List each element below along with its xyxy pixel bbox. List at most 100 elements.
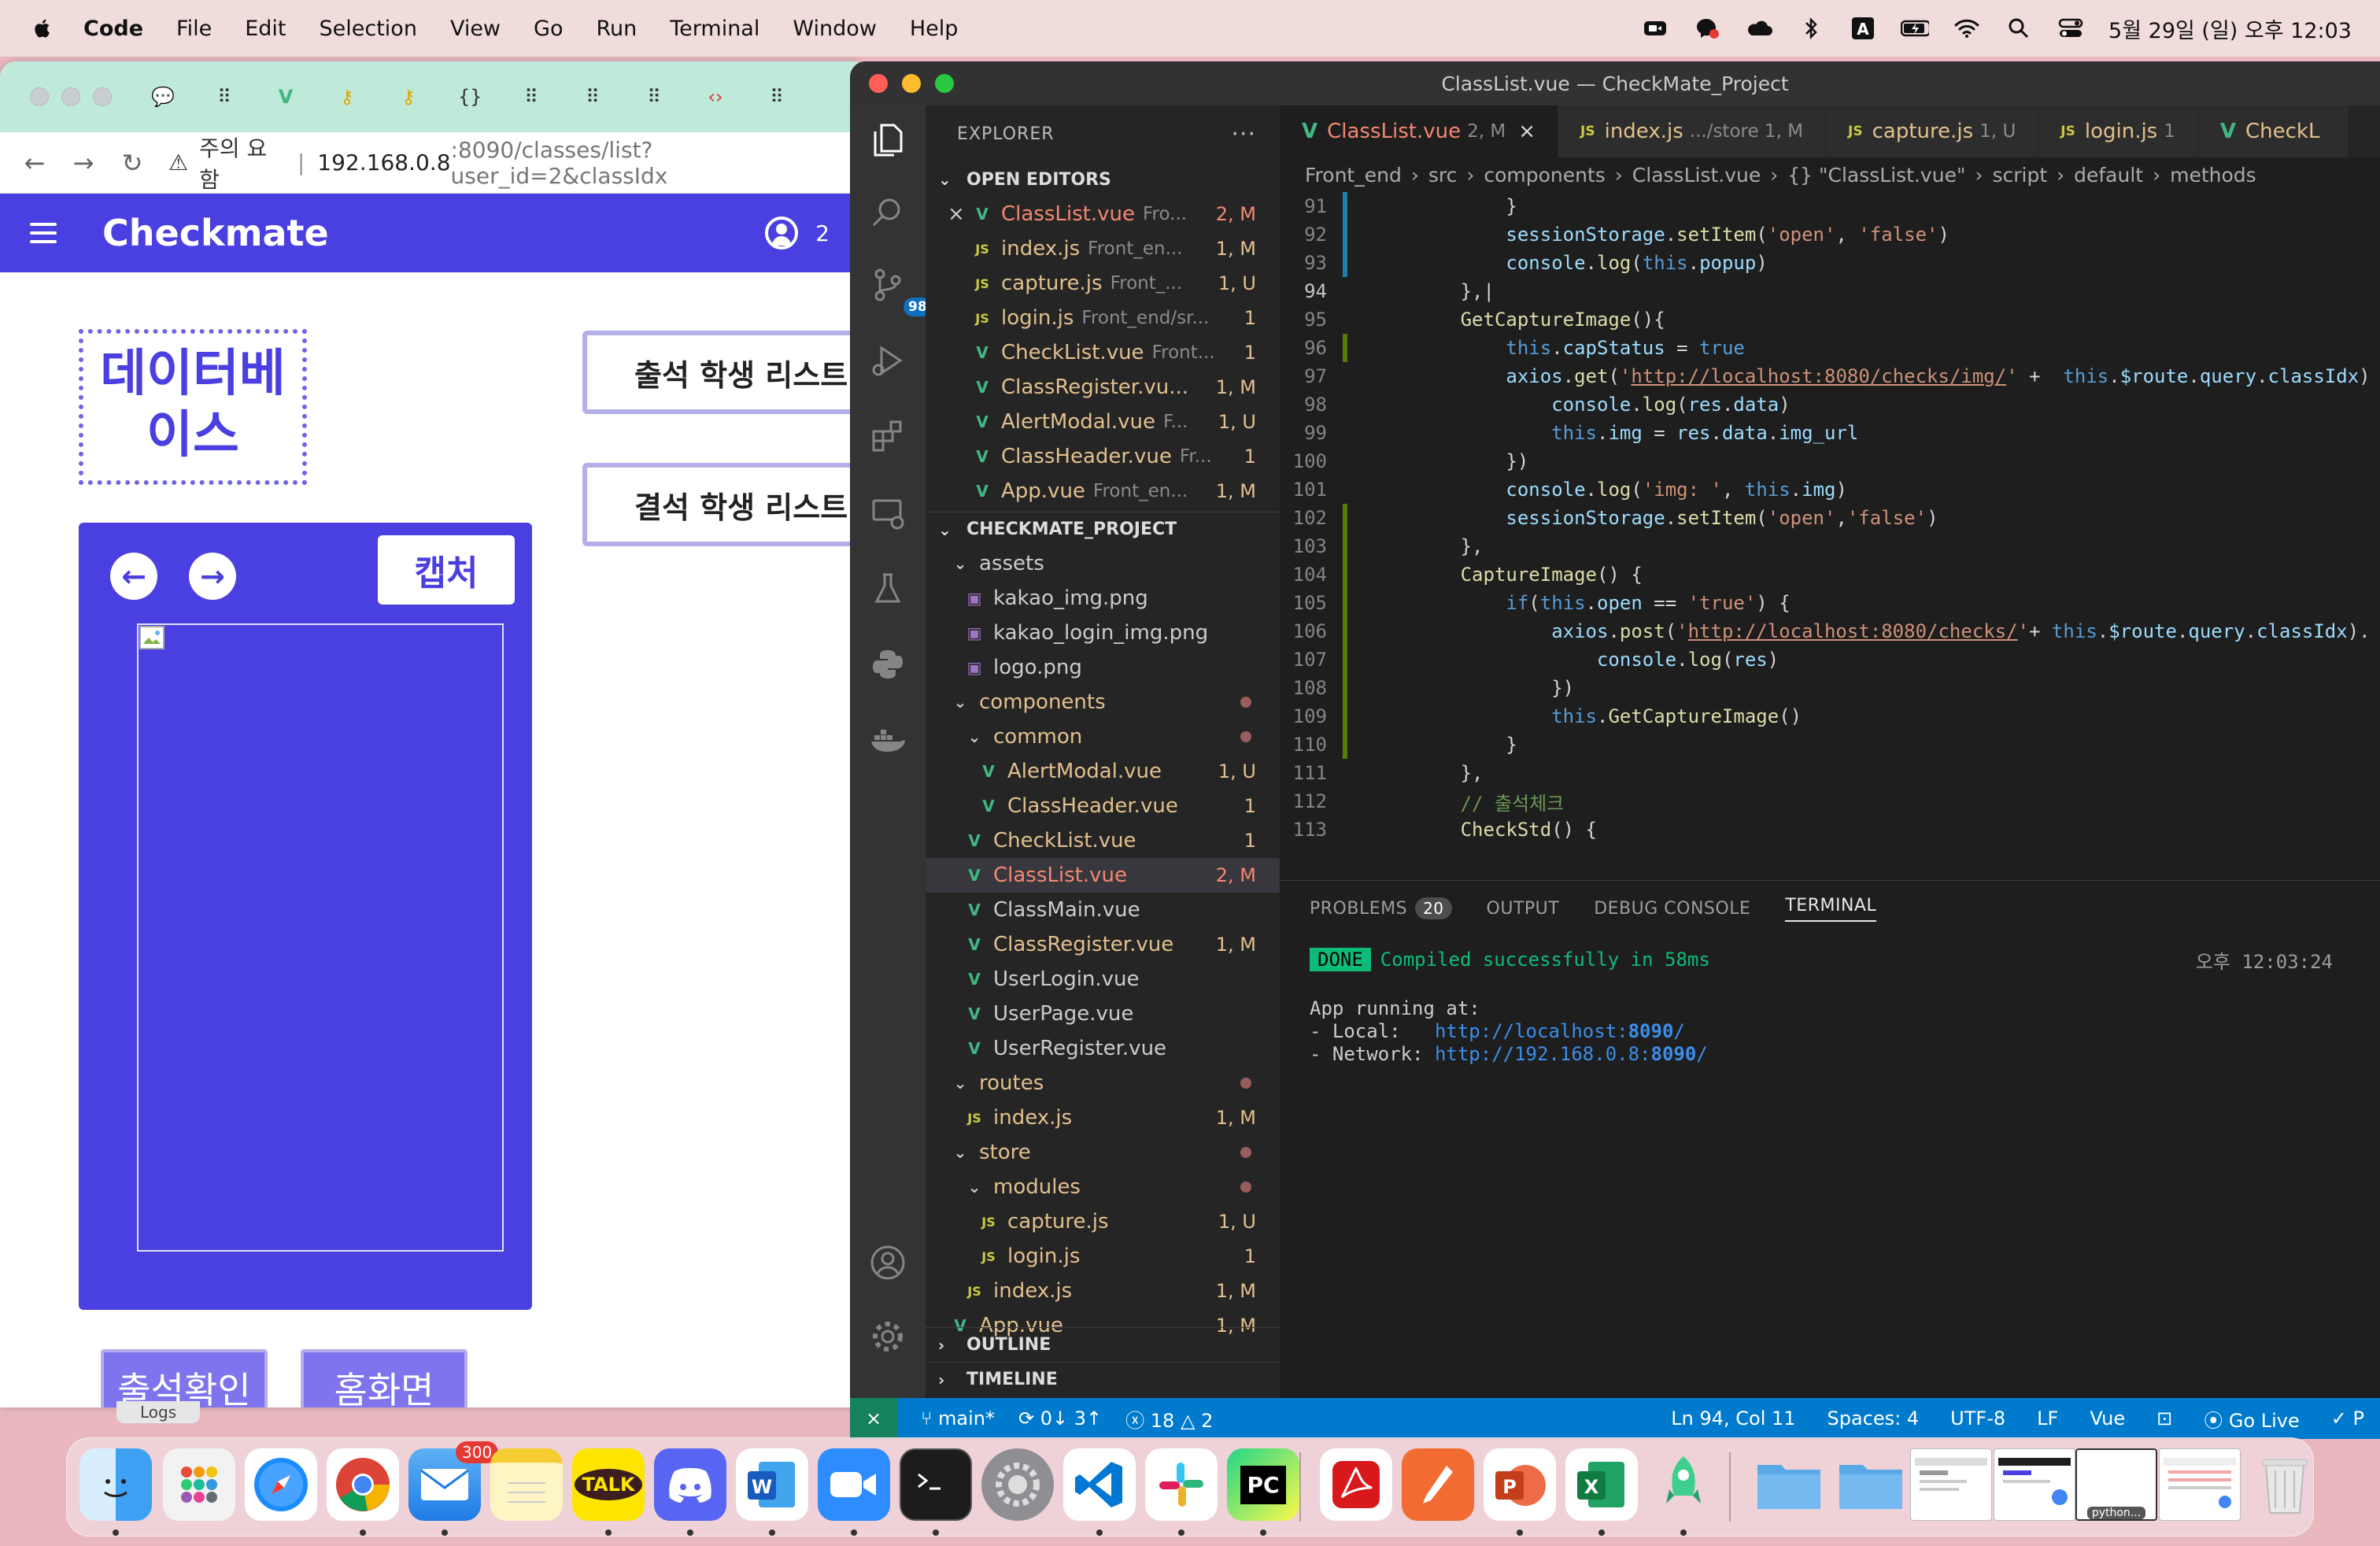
code-icon[interactable]: ‹› — [704, 86, 727, 108]
open-editor-item[interactable]: JS login.js Front_end/sr... 1 — [926, 301, 1280, 335]
logs-tab[interactable]: Logs — [116, 1401, 201, 1423]
editor-tab[interactable]: JS index.js .../store 1, M — [1558, 105, 1827, 157]
zoom-icon[interactable] — [1641, 17, 1669, 40]
code-line[interactable]: 95 GetCaptureImage(){ — [1280, 305, 2380, 334]
vscode-app-icon[interactable] — [1063, 1448, 1136, 1521]
back-icon[interactable]: ← — [20, 148, 49, 178]
code-line[interactable]: 91 } — [1280, 192, 2380, 220]
messenger-icon[interactable] — [1693, 17, 1721, 40]
file-item[interactable]: V UserLogin.vue — [926, 962, 1280, 997]
search-icon[interactable] — [869, 194, 907, 231]
breadcrumb-item[interactable]: Front_end — [1305, 164, 1402, 187]
absence-list-button[interactable]: 결석 학생 리스트 — [582, 463, 858, 546]
folder-item[interactable]: ⌄ assets — [926, 546, 1280, 581]
local-url-link[interactable]: http://localhost: — [1435, 1020, 1628, 1042]
prev-arrow-icon[interactable]: ← — [110, 553, 157, 600]
file-item[interactable]: V UserPage.vue — [926, 997, 1280, 1031]
source-control-icon[interactable]: 98 — [869, 266, 932, 316]
breadcrumb-item[interactable]: methods — [2170, 164, 2256, 187]
battery-icon[interactable] — [1901, 17, 1930, 40]
close-icon[interactable]: × — [948, 202, 965, 226]
code-line[interactable]: 94 },| — [1280, 277, 2380, 305]
feedback-icon[interactable]: ⊡ — [2156, 1407, 2172, 1429]
open-editor-item[interactable]: V ClassHeader.vue Fr... 1 — [926, 439, 1280, 474]
testing-icon[interactable] — [869, 570, 907, 608]
breadcrumb-item[interactable]: default — [2074, 164, 2143, 187]
code-area[interactable]: 91 } 92 sessionStorage.setItem('open', 'f… — [1280, 192, 2380, 867]
python-window-preview-icon[interactable]: python... — [2075, 1448, 2157, 1521]
menu-file[interactable]: File — [176, 17, 212, 41]
code-line[interactable]: 110 } — [1280, 730, 2380, 759]
trash-icon[interactable] — [2249, 1448, 2321, 1521]
file-item[interactable]: ▣ kakao_img.png — [926, 581, 1280, 616]
key-icon[interactable]: ⚷ — [397, 86, 420, 108]
cursor-position[interactable]: Ln 94, Col 11 — [1671, 1407, 1795, 1429]
code-icon[interactable]: {} — [458, 86, 482, 108]
window-preview-icon[interactable] — [1910, 1448, 1992, 1521]
notes-icon[interactable] — [490, 1448, 563, 1521]
code-line[interactable]: 98 console.log(res.data) — [1280, 390, 2380, 419]
breadcrumb-item[interactable]: ClassList.vue — [1632, 164, 1761, 187]
dots-icon[interactable]: ⠿ — [642, 86, 666, 108]
spotlight-icon[interactable] — [2005, 17, 2033, 40]
menu-terminal[interactable]: Terminal — [670, 17, 759, 41]
apple-icon[interactable] — [28, 14, 57, 43]
file-item[interactable]: ▣ logo.png — [926, 650, 1280, 685]
code-line[interactable]: 96 this.capStatus = true — [1280, 334, 2380, 362]
editor-tab[interactable]: V CheckL — [2197, 105, 2349, 157]
close-icon[interactable]: × — [1518, 120, 1536, 143]
code-line[interactable]: 105 if(this.open == 'true') { — [1280, 589, 2380, 617]
folder-item[interactable]: ⌄ routes — [926, 1066, 1280, 1100]
close-window-button[interactable] — [30, 87, 49, 106]
app-title[interactable]: Checkmate — [102, 212, 329, 254]
extensions-icon[interactable] — [869, 417, 907, 455]
next-arrow-icon[interactable]: → — [189, 553, 236, 600]
home-button[interactable]: 홈화면 — [301, 1349, 468, 1407]
open-editor-item[interactable]: V AlertModal.vue F... 1, U — [926, 405, 1280, 439]
outline-header[interactable]: › OUTLINE — [926, 1327, 1280, 1362]
acrobat-icon[interactable] — [1320, 1448, 1392, 1521]
timeline-header[interactable]: › TIMELINE — [926, 1362, 1280, 1396]
file-item[interactable]: JS login.js 1 — [926, 1239, 1280, 1274]
file-item[interactable]: ▣ kakao_login_img.png — [926, 616, 1280, 650]
code-line[interactable]: 107 console.log(res) — [1280, 645, 2380, 674]
tab-output[interactable]: OUTPUT — [1487, 899, 1560, 919]
prettier-status[interactable]: ✓ P — [2331, 1407, 2364, 1429]
powerpoint-icon[interactable]: P — [1484, 1448, 1556, 1521]
indentation[interactable]: Spaces: 4 — [1828, 1407, 1920, 1429]
menu-selection[interactable]: Selection — [320, 17, 417, 41]
capture-button[interactable]: 캡처 — [378, 535, 515, 605]
reload-icon[interactable]: ↻ — [118, 148, 146, 178]
folder-item[interactable]: ⌄ modules — [926, 1170, 1280, 1204]
minimize-window-button[interactable] — [61, 87, 80, 106]
sketchbook-icon[interactable] — [1402, 1448, 1474, 1521]
file-item[interactable]: V ClassList.vue 2, M — [926, 858, 1280, 893]
hamburger-menu-icon[interactable] — [30, 223, 57, 243]
more-actions-icon[interactable]: ··· — [1231, 120, 1256, 148]
zoom-window-button[interactable] — [93, 87, 112, 106]
discord-icon[interactable] — [654, 1448, 726, 1521]
code-line[interactable]: 111 }, — [1280, 759, 2380, 787]
editor-tab[interactable]: JS login.js 1 — [2038, 105, 2198, 157]
system-preferences-icon[interactable] — [981, 1448, 1054, 1521]
key-icon[interactable]: ⚷ — [335, 86, 359, 108]
dots-icon[interactable]: ⠿ — [213, 86, 236, 108]
settings-gear-icon[interactable] — [869, 1318, 907, 1356]
open-editor-item[interactable]: V CheckList.vue Front... 1 — [926, 335, 1280, 370]
downloads-folder-icon[interactable] — [1835, 1448, 1907, 1521]
breadcrumb-item[interactable]: {} "ClassList.vue" — [1787, 164, 1965, 187]
slack-icon[interactable] — [1145, 1448, 1218, 1521]
code-line[interactable]: 108 }) — [1280, 674, 2380, 702]
menu-help[interactable]: Help — [910, 17, 959, 41]
code-line[interactable]: 103 }, — [1280, 532, 2380, 560]
code-line[interactable]: 99 this.img = res.data.img_url — [1280, 419, 2380, 447]
security-label[interactable]: 주의 요함 — [199, 131, 285, 194]
tab-terminal[interactable]: TERMINAL — [1785, 896, 1877, 922]
open-editors-header[interactable]: ⌄ OPEN EDITORS — [926, 162, 1280, 197]
file-item[interactable]: JS index.js 1, M — [926, 1100, 1280, 1135]
window-preview-icon[interactable] — [2159, 1448, 2241, 1521]
code-line[interactable]: 101 console.log('img: ', this.img) — [1280, 475, 2380, 504]
chat-icon[interactable]: 💬 — [151, 86, 175, 108]
rocket-app-icon[interactable] — [1647, 1448, 1720, 1521]
folder-item[interactable]: ⌄ components — [926, 685, 1280, 719]
